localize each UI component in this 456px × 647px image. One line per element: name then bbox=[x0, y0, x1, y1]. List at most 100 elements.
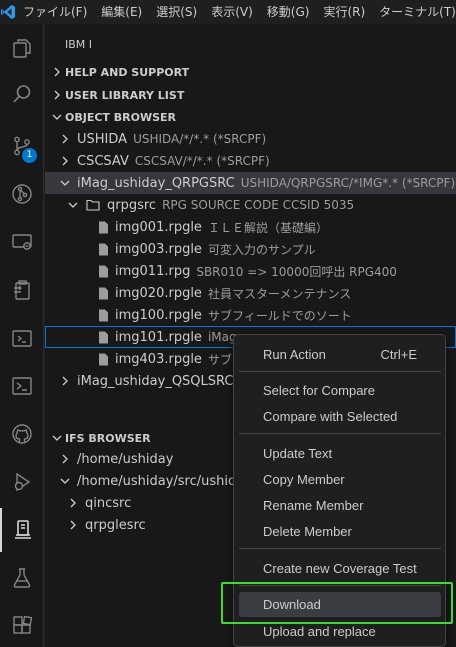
member-description: 可変入力のサンプル bbox=[207, 242, 316, 257]
section-label: OBJECT BROWSER bbox=[65, 110, 176, 124]
section-label: IFS BROWSER bbox=[65, 431, 151, 445]
clipboard-icon[interactable] bbox=[0, 268, 44, 312]
menu-run[interactable]: 実行(R) bbox=[316, 0, 372, 24]
chevron-down-icon bbox=[65, 197, 81, 213]
menu-view[interactable]: 表示(V) bbox=[204, 0, 260, 24]
ifs-label: qrpglesrc bbox=[85, 517, 146, 533]
tree-member-img011[interactable]: img011.rpg SBR010 => 10000回呼出 RPG400 bbox=[45, 260, 456, 282]
menu-copy-member[interactable]: Copy Member bbox=[239, 467, 441, 492]
member-description: サブフィールドでのソート bbox=[207, 308, 352, 323]
chevron-down-icon bbox=[49, 109, 65, 125]
menu-terminal[interactable]: ターミナル(T) bbox=[372, 0, 456, 24]
tree-member-img003[interactable]: img003.rpgle 可変入力のサンプル bbox=[45, 238, 456, 260]
chevron-down-icon bbox=[49, 430, 65, 446]
member-label: img011.rpg bbox=[115, 263, 191, 279]
menu-compare-with-selected[interactable]: Compare with Selected bbox=[239, 404, 441, 429]
chevron-right-icon bbox=[57, 373, 73, 389]
menu-update-text[interactable]: Update Text bbox=[239, 441, 441, 466]
menu-item-label: Update Text bbox=[263, 446, 333, 461]
search-icon[interactable] bbox=[0, 72, 44, 116]
menu-separator bbox=[239, 548, 441, 549]
section-label: USER LIBRARY LIST bbox=[65, 88, 185, 102]
filter-label: iMag_ushiday_QSQLSRC bbox=[77, 373, 234, 389]
filter-description: USHIDA/QRPGSRC/*IMG*.* (*SRCPF) bbox=[240, 176, 456, 190]
explorer-icon[interactable] bbox=[0, 26, 44, 70]
menu-delete-member[interactable]: Delete Member bbox=[239, 519, 441, 544]
srcpf-label: qrpgsrc bbox=[107, 197, 157, 213]
ifs-label: /home/ushiday/src/ushiday bbox=[77, 473, 252, 489]
tree-member-img100[interactable]: img100.rpgle サブフィールドでのソート bbox=[45, 304, 456, 326]
menu-create-coverage-test[interactable]: Create new Coverage Test bbox=[239, 556, 441, 581]
member-label: img020.rpgle bbox=[115, 285, 202, 301]
member-label: img100.rpgle bbox=[115, 307, 202, 323]
menu-go[interactable]: 移動(G) bbox=[260, 0, 317, 24]
ifs-label: qincsrc bbox=[85, 495, 132, 511]
tree-filter-cscsav[interactable]: CSCSAV CSCSAV/*/*.* (*SRCPF) bbox=[45, 150, 456, 172]
section-label: HELP AND SUPPORT bbox=[65, 65, 190, 79]
section-help-and-support[interactable]: HELP AND SUPPORT bbox=[45, 61, 456, 83]
chevron-right-icon bbox=[57, 153, 73, 169]
file-icon bbox=[95, 263, 111, 279]
member-description: SBR010 => 10000回呼出 RPG400 bbox=[196, 264, 397, 279]
tree-filter-imag-qrpgsrc[interactable]: iMag_ushiday_QRPGSRC USHIDA/QRPGSRC/*IMG… bbox=[45, 172, 456, 194]
menu-item-label: Copy Member bbox=[263, 472, 345, 487]
member-description: ＩＬＥ解説（基礎編） bbox=[207, 220, 328, 235]
tree-member-img001[interactable]: img001.rpgle ＩＬＥ解説（基礎編） bbox=[45, 216, 456, 238]
source-control-icon[interactable]: 1 bbox=[0, 124, 44, 168]
menu-item-label: Select for Compare bbox=[263, 383, 375, 398]
folder-icon bbox=[85, 197, 101, 213]
member-description: 社員マスターメンテナンス bbox=[207, 286, 352, 301]
terminal-icon[interactable] bbox=[0, 364, 44, 408]
menu-select-for-compare[interactable]: Select for Compare bbox=[239, 378, 441, 403]
ifs-label: /home/ushiday bbox=[77, 451, 174, 467]
filter-label: iMag_ushiday_QRPGSRC bbox=[77, 175, 235, 191]
section-object-browser[interactable]: OBJECT BROWSER bbox=[45, 106, 456, 128]
vscode-logo-icon[interactable] bbox=[0, 0, 16, 24]
menu-bar: ファイル(F) 編集(E) 選択(S) 表示(V) 移動(G) 実行(R) ター… bbox=[0, 0, 456, 24]
menu-edit[interactable]: 編集(E) bbox=[94, 0, 149, 24]
file-icon bbox=[95, 285, 111, 301]
tree-filter-ushida[interactable]: USHIDA USHIDA/*/*.* (*SRCPF) bbox=[45, 128, 456, 150]
chevron-right-icon bbox=[49, 87, 65, 103]
file-icon bbox=[95, 329, 111, 345]
menu-item-label: Rename Member bbox=[263, 498, 364, 513]
member-label: img101.rpgle bbox=[115, 329, 202, 345]
filter-description: USHIDA/*/*.* (*SRCPF) bbox=[133, 132, 267, 146]
file-icon bbox=[95, 219, 111, 235]
debug-icon[interactable] bbox=[0, 460, 44, 504]
file-icon bbox=[95, 241, 111, 257]
chevron-down-icon bbox=[57, 473, 73, 489]
git-graph-icon[interactable] bbox=[0, 172, 44, 216]
srcpf-description: RPG SOURCE CODE CCSID 5035 bbox=[162, 198, 355, 212]
chevron-right-icon bbox=[65, 495, 81, 511]
menu-separator bbox=[239, 433, 441, 434]
menu-file[interactable]: ファイル(F) bbox=[16, 0, 94, 24]
activity-bar: 1 bbox=[0, 24, 44, 647]
remote-explorer-icon[interactable] bbox=[0, 220, 44, 264]
menu-item-label: Compare with Selected bbox=[263, 409, 398, 424]
tree-member-img020[interactable]: img020.rpgle 社員マスターメンテナンス bbox=[45, 282, 456, 304]
menu-item-label: Run Action bbox=[263, 347, 326, 362]
chevron-right-icon bbox=[57, 131, 73, 147]
file-icon bbox=[95, 351, 111, 367]
section-user-library-list[interactable]: USER LIBRARY LIST bbox=[45, 84, 456, 106]
download-highlight-box bbox=[221, 582, 453, 624]
scm-badge: 1 bbox=[22, 148, 37, 163]
menu-item-label: Upload and replace bbox=[263, 624, 376, 639]
filter-label: USHIDA bbox=[77, 131, 128, 147]
ibmi-icon[interactable] bbox=[0, 508, 44, 552]
menu-selection[interactable]: 選択(S) bbox=[149, 0, 204, 24]
menu-rename-member[interactable]: Rename Member bbox=[239, 493, 441, 518]
menu-item-label: Create new Coverage Test bbox=[263, 561, 417, 576]
chevron-down-icon bbox=[57, 175, 73, 191]
chevron-right-icon bbox=[49, 64, 65, 80]
extensions-icon[interactable] bbox=[0, 604, 44, 647]
chevron-right-icon bbox=[65, 517, 81, 533]
github-icon[interactable] bbox=[0, 412, 44, 456]
tree-srcpf-qrpgsrc[interactable]: qrpgsrc RPG SOURCE CODE CCSID 5035 bbox=[45, 194, 456, 216]
member-label: img003.rpgle bbox=[115, 241, 202, 257]
member-label: img403.rpgle bbox=[115, 351, 202, 367]
terminal-box-icon[interactable] bbox=[0, 316, 44, 360]
testing-icon[interactable] bbox=[0, 556, 44, 600]
menu-run-action[interactable]: Run Action Ctrl+E bbox=[239, 342, 441, 367]
